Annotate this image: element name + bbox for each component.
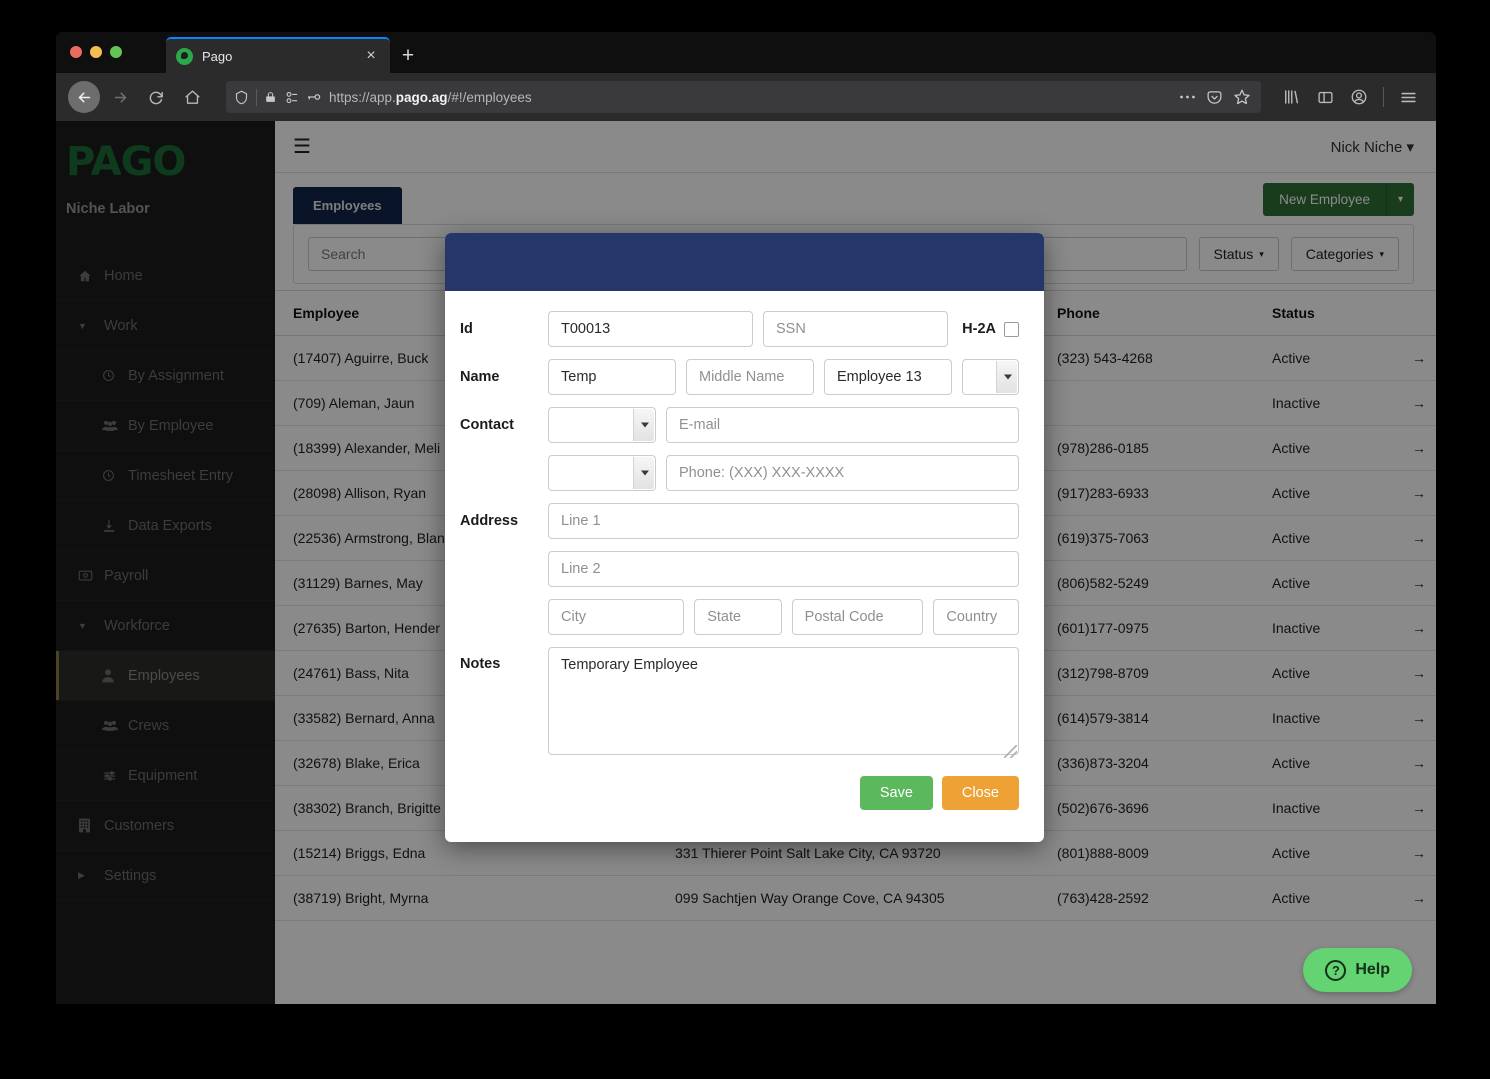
- label-notes: Notes: [460, 647, 538, 672]
- shield-icon: [234, 90, 249, 105]
- email-type-select[interactable]: [548, 407, 656, 443]
- label-h2a: H-2A: [962, 321, 996, 337]
- help-button[interactable]: ? Help: [1303, 948, 1412, 992]
- employee-edit-modal: Id H-2A Name: [445, 233, 1044, 842]
- city-input[interactable]: [548, 599, 684, 635]
- label-contact: Contact: [460, 417, 538, 433]
- middle-name-input[interactable]: [686, 359, 814, 395]
- sidebar-toggle-icon[interactable]: [1309, 81, 1341, 113]
- url-prefix: https://app.: [329, 90, 396, 105]
- address-line2-input[interactable]: [548, 551, 1019, 587]
- form-row-id: Id H-2A: [460, 311, 1019, 347]
- last-name-input[interactable]: [824, 359, 952, 395]
- close-icon[interactable]: ×: [362, 48, 380, 64]
- window-traffic-lights: [70, 32, 122, 73]
- form-row-address-city: [460, 599, 1019, 635]
- account-icon[interactable]: [1343, 81, 1375, 113]
- browser-nav-bar: https://app.pago.ag/#!/employees: [56, 73, 1436, 121]
- url-text: https://app.pago.ag/#!/employees: [329, 90, 1172, 105]
- chevron-down-icon: [1004, 375, 1012, 380]
- label-id: Id: [460, 321, 538, 337]
- notes-wrapper: [548, 647, 1019, 760]
- forward-icon[interactable]: [104, 81, 136, 113]
- label-address: Address: [460, 513, 538, 529]
- window-minimize-button[interactable]: [90, 46, 102, 58]
- form-row-notes: Notes: [460, 647, 1019, 760]
- pago-favicon-icon: [176, 48, 193, 65]
- form-row-contact-phone: [460, 455, 1019, 491]
- new-tab-button[interactable]: +: [390, 37, 426, 73]
- form-row-address-line2: [460, 551, 1019, 587]
- state-input[interactable]: [694, 599, 781, 635]
- browser-window: Pago × +: [56, 32, 1436, 1004]
- url-path: /#!/employees: [448, 90, 532, 105]
- url-bar-actions: [1179, 88, 1253, 106]
- close-button[interactable]: Close: [942, 776, 1019, 810]
- more-options-icon[interactable]: [1179, 94, 1196, 100]
- form-row-contact-email: Contact: [460, 407, 1019, 443]
- form-row-name: Name: [460, 359, 1019, 395]
- form-row-address-line1: Address: [460, 503, 1019, 539]
- name-suffix-select[interactable]: [962, 359, 1019, 395]
- country-input[interactable]: [933, 599, 1019, 635]
- email-input[interactable]: [666, 407, 1019, 443]
- lock-icon: [264, 91, 277, 104]
- pocket-icon[interactable]: [1206, 89, 1223, 106]
- phone-input[interactable]: [666, 455, 1019, 491]
- hamburger-menu-icon[interactable]: [1392, 81, 1424, 113]
- h2a-checkbox[interactable]: [1004, 322, 1019, 337]
- h2a-group: H-2A: [962, 321, 1019, 337]
- modal-body: Id H-2A Name: [445, 291, 1044, 842]
- library-icon[interactable]: [1275, 81, 1307, 113]
- home-icon[interactable]: [176, 81, 208, 113]
- first-name-input[interactable]: [548, 359, 676, 395]
- modal-header: [445, 233, 1044, 291]
- browser-tab-title: Pago: [202, 49, 362, 64]
- permissions-icon: [284, 90, 299, 105]
- browser-tab[interactable]: Pago ×: [166, 37, 390, 73]
- url-domain: pago.ag: [396, 90, 448, 105]
- window-maximize-button[interactable]: [110, 46, 122, 58]
- browser-tab-strip: Pago × +: [56, 32, 1436, 73]
- save-button[interactable]: Save: [860, 776, 933, 810]
- question-mark-icon: ?: [1325, 960, 1346, 981]
- help-label: Help: [1355, 961, 1390, 979]
- key-icon: [306, 89, 322, 105]
- modal-actions: Save Close: [460, 776, 1019, 828]
- window-close-button[interactable]: [70, 46, 82, 58]
- url-divider: [256, 89, 257, 106]
- chevron-down-icon: [641, 423, 649, 428]
- postal-code-input[interactable]: [792, 599, 924, 635]
- notes-textarea[interactable]: [548, 647, 1019, 755]
- id-input[interactable]: [548, 311, 753, 347]
- bookmark-star-icon[interactable]: [1233, 88, 1251, 106]
- toolbar-divider: [1383, 87, 1384, 107]
- label-name: Name: [460, 369, 538, 385]
- reload-icon[interactable]: [140, 81, 172, 113]
- address-line1-input[interactable]: [548, 503, 1019, 539]
- chevron-down-icon: [641, 471, 649, 476]
- app-viewport: PAGO Niche Labor Home▼WorkBy AssignmentB…: [56, 121, 1436, 1004]
- url-bar[interactable]: https://app.pago.ag/#!/employees: [226, 81, 1261, 113]
- back-icon[interactable]: [68, 81, 100, 113]
- ssn-input[interactable]: [763, 311, 948, 347]
- phone-type-select[interactable]: [548, 455, 656, 491]
- browser-toolbar-actions: [1275, 81, 1424, 113]
